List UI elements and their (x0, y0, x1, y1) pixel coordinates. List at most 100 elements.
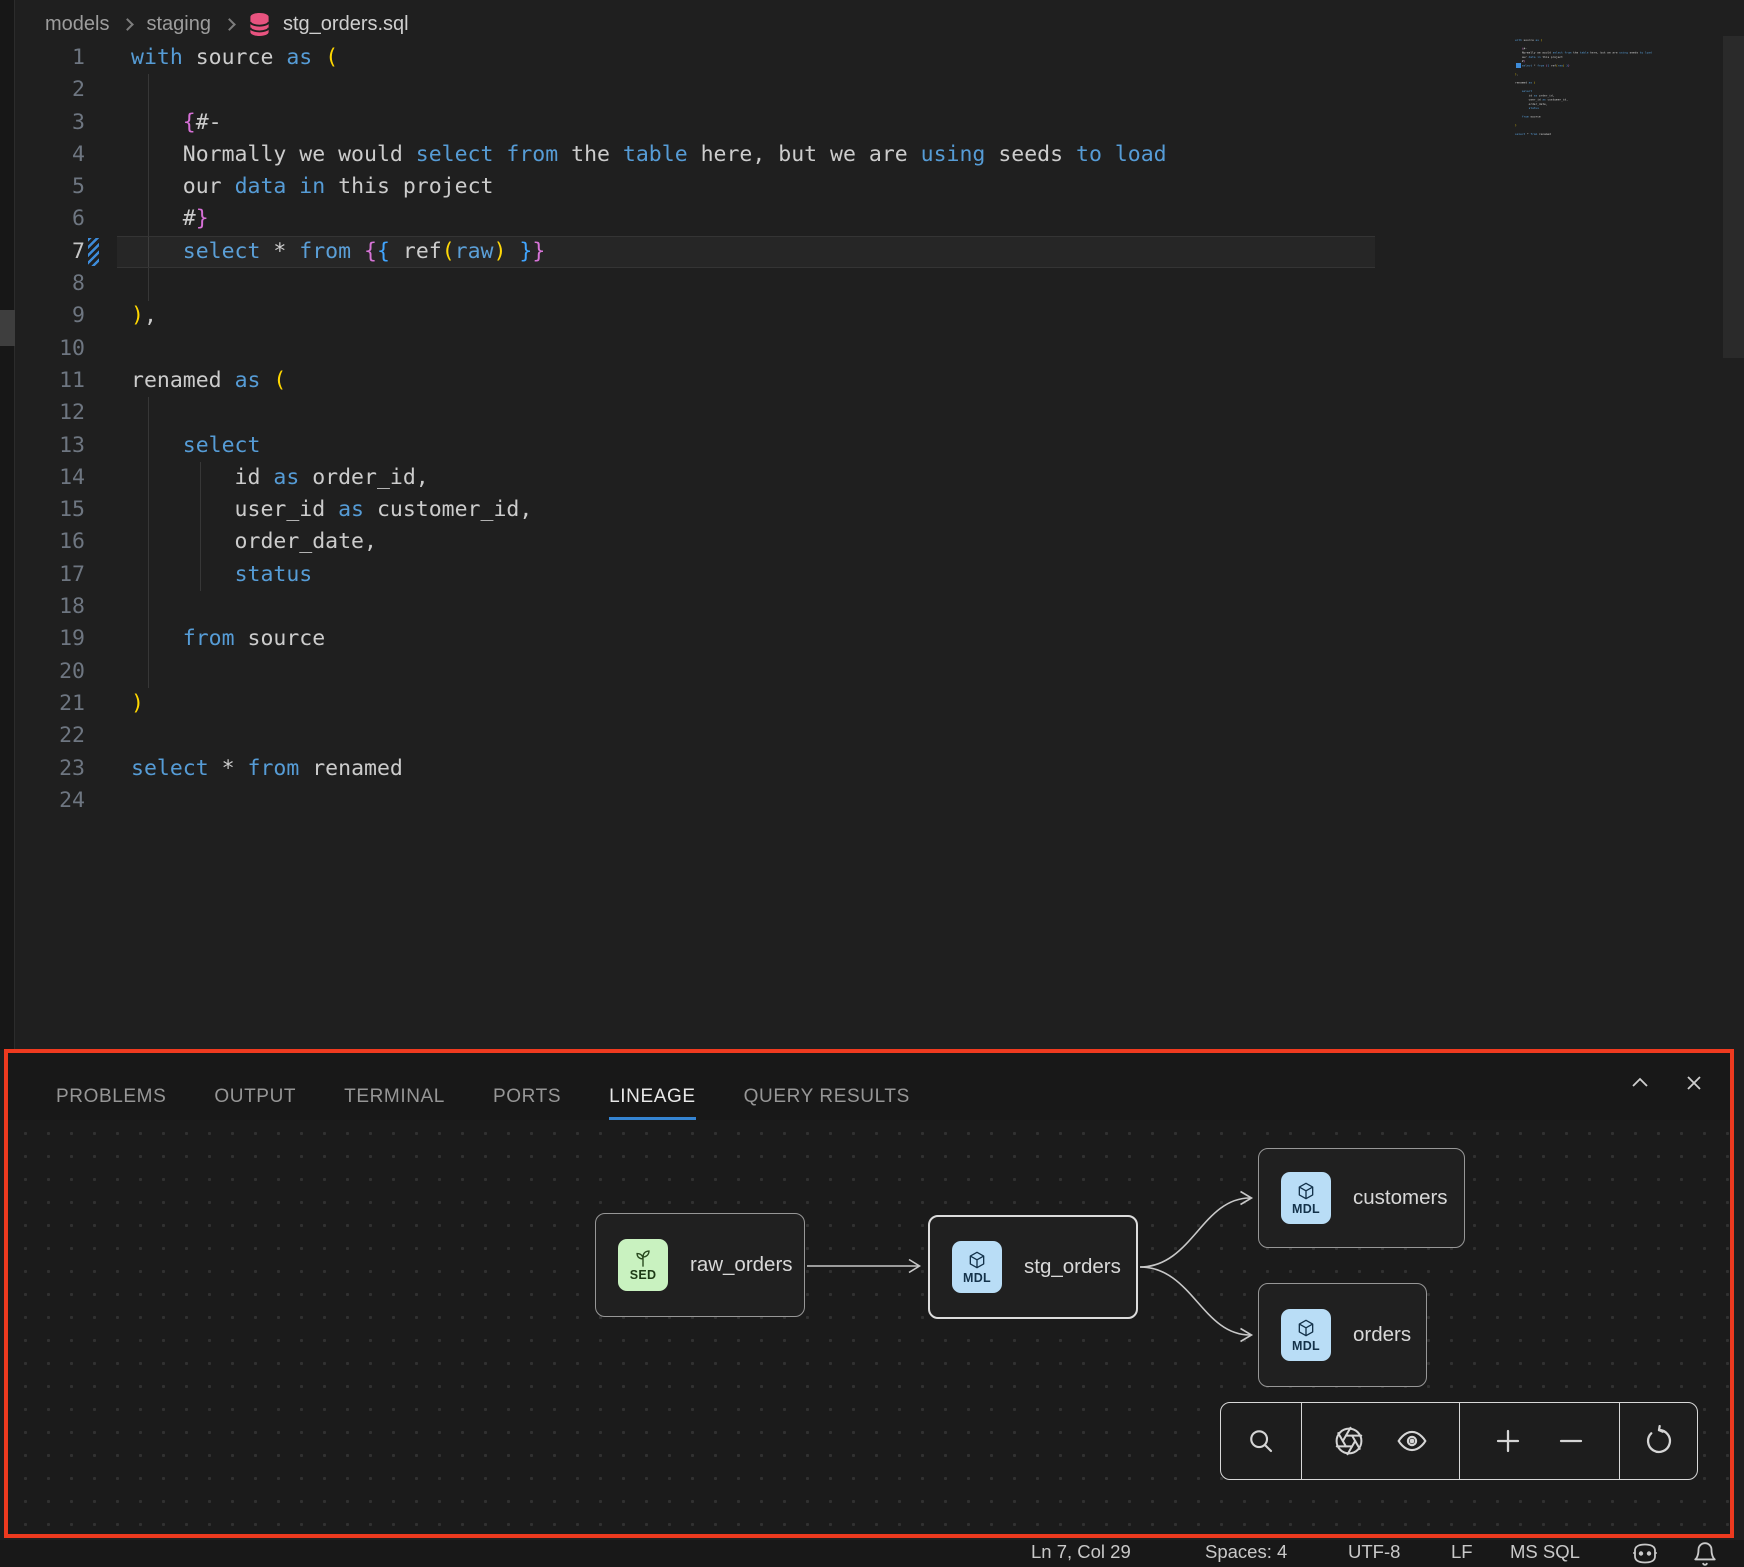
copilot-icon[interactable] (1630, 1541, 1660, 1567)
line-number: 21 (15, 688, 85, 720)
line-number: 20 (15, 656, 85, 688)
node-label: orders (1353, 1323, 1411, 1347)
line-number: 23 (15, 753, 85, 785)
breadcrumb-item-staging[interactable]: staging (146, 13, 211, 36)
code-line[interactable]: 9), (15, 300, 1715, 332)
panel-tabbar: PROBLEMS OUTPUT TERMINAL PORTS LINEAGE Q… (8, 1053, 1730, 1120)
line-number: 24 (15, 785, 85, 817)
encoding[interactable]: UTF-8 (1348, 1541, 1400, 1563)
cube-icon (967, 1250, 987, 1270)
code-line[interactable]: 11renamed as ( (15, 365, 1715, 397)
cube-icon (1296, 1318, 1316, 1338)
line-number: 6 (15, 203, 85, 235)
code-line[interactable]: 18 (15, 591, 1715, 623)
sidebar-drag-handle[interactable] (0, 310, 15, 346)
tab-ports[interactable]: PORTS (493, 1086, 561, 1120)
code-line[interactable]: 16 order_date, (15, 526, 1715, 558)
code-line[interactable]: 19 from source (15, 623, 1715, 655)
line-number: 3 (15, 107, 85, 139)
line-number: 18 (15, 591, 85, 623)
code-line[interactable]: 13 select (15, 430, 1715, 462)
line-number: 11 (15, 365, 85, 397)
code-line[interactable]: 2 (15, 74, 1715, 106)
vscode-window: models staging stg_orders.sql 1with sour… (0, 0, 1744, 1567)
editor-left-gutter-strip (0, 0, 15, 1050)
lineage-node-raw-orders[interactable]: SED raw_orders (595, 1213, 805, 1317)
eye-icon[interactable] (1396, 1425, 1428, 1457)
lineage-node-orders[interactable]: MDL orders (1258, 1283, 1427, 1387)
code-line[interactable]: 1with source as ( (15, 42, 1715, 74)
code-line[interactable]: 5 our data in this project (15, 171, 1715, 203)
line-number: 16 (15, 526, 85, 558)
lineage-canvas[interactable]: SED raw_orders MDL stg_orders (8, 1120, 1730, 1534)
line-number: 10 (15, 333, 85, 365)
cursor-position[interactable]: Ln 7, Col 29 (1031, 1541, 1131, 1563)
editor-scrollbar[interactable] (1723, 36, 1744, 358)
badge-label: MDL (1292, 1202, 1320, 1216)
code-line[interactable]: 17 status (15, 559, 1715, 591)
code-line[interactable]: 15 user_id as customer_id, (15, 494, 1715, 526)
breadcrumb-item-file[interactable]: stg_orders.sql (283, 13, 409, 36)
search-icon[interactable] (1246, 1426, 1276, 1456)
chevron-right-icon (122, 18, 135, 31)
code-line[interactable]: 24 (15, 785, 1715, 817)
line-number: 1 (15, 42, 85, 74)
line-number: 8 (15, 268, 85, 300)
model-badge: MDL (952, 1241, 1002, 1293)
code-line[interactable]: 12 (15, 397, 1715, 429)
node-label: customers (1353, 1186, 1448, 1210)
code-line[interactable]: 4 Normally we would select from the tabl… (15, 139, 1715, 171)
line-number: 14 (15, 462, 85, 494)
indentation-setting[interactable]: Spaces: 4 (1205, 1541, 1287, 1563)
refresh-icon[interactable] (1643, 1425, 1675, 1457)
line-number: 22 (15, 720, 85, 752)
minimap[interactable]: with source as ( {#- Normally we would s… (1515, 38, 1720, 150)
chevron-right-icon (223, 18, 236, 31)
code-line[interactable]: 23select * from renamed (15, 753, 1715, 785)
code-line[interactable]: 20 (15, 656, 1715, 688)
model-badge: MDL (1281, 1309, 1331, 1361)
code-editor[interactable]: 1with source as (2 3 {#-4 Normally we wo… (15, 42, 1715, 817)
tab-terminal[interactable]: TERMINAL (344, 1086, 445, 1120)
zoom-out-icon[interactable] (1555, 1425, 1587, 1457)
code-line[interactable]: 14 id as order_id, (15, 462, 1715, 494)
code-line[interactable]: 22 (15, 720, 1715, 752)
lineage-node-stg-orders[interactable]: MDL stg_orders (928, 1215, 1138, 1319)
node-label: raw_orders (690, 1253, 793, 1277)
code-line[interactable]: 6 #} (15, 203, 1715, 235)
seed-badge: SED (618, 1239, 668, 1291)
minimap-modified-marker (1516, 63, 1521, 68)
notifications-bell-icon[interactable] (1692, 1541, 1718, 1567)
close-panel-icon[interactable] (1682, 1071, 1706, 1095)
lineage-node-customers[interactable]: MDL customers (1258, 1148, 1465, 1248)
line-number: 5 (15, 171, 85, 203)
code-line[interactable]: 3 {#- (15, 107, 1715, 139)
tab-problems[interactable]: PROBLEMS (56, 1086, 166, 1120)
language-mode[interactable]: MS SQL (1510, 1541, 1580, 1563)
code-line[interactable]: 7 select * from {{ ref(raw) }} (15, 236, 1715, 268)
tab-query-results[interactable]: QUERY RESULTS (744, 1086, 910, 1120)
line-number: 7 (15, 236, 85, 268)
code-line[interactable]: 21) (15, 688, 1715, 720)
status-bar: Ln 7, Col 29 Spaces: 4 UTF-8 LF MS SQL (0, 1540, 1744, 1567)
line-number: 4 (15, 139, 85, 171)
eol-sequence[interactable]: LF (1451, 1541, 1473, 1563)
model-badge: MDL (1281, 1172, 1331, 1224)
zoom-in-icon[interactable] (1492, 1425, 1524, 1457)
line-number: 12 (15, 397, 85, 429)
bottom-panel: PROBLEMS OUTPUT TERMINAL PORTS LINEAGE Q… (8, 1053, 1730, 1534)
tab-output[interactable]: OUTPUT (214, 1086, 296, 1120)
maximize-panel-icon[interactable] (1628, 1071, 1652, 1095)
code-line[interactable]: 10 (15, 333, 1715, 365)
aperture-icon[interactable] (1333, 1425, 1365, 1457)
cube-icon (1296, 1181, 1316, 1201)
badge-label: SED (630, 1268, 657, 1282)
database-icon (248, 12, 271, 37)
breadcrumb-item-models[interactable]: models (45, 13, 109, 36)
code-line[interactable]: 8 (15, 268, 1715, 300)
line-number: 9 (15, 300, 85, 332)
tab-lineage[interactable]: LINEAGE (609, 1086, 696, 1120)
badge-label: MDL (963, 1271, 991, 1285)
line-number: 2 (15, 74, 85, 106)
seedling-icon (633, 1249, 653, 1267)
